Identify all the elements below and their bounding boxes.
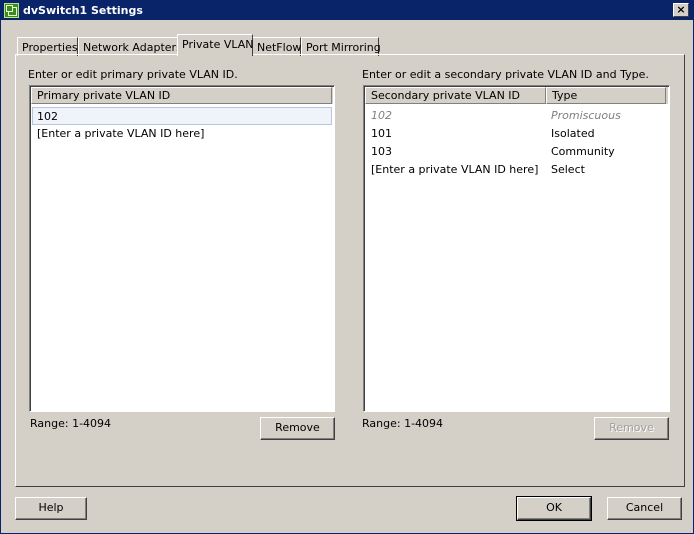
primary-list-header: Primary private VLAN ID (31, 87, 333, 104)
secondary-vlan-id-cell: 101 (371, 127, 392, 140)
primary-row-new[interactable]: [Enter a private VLAN ID here] (32, 125, 332, 143)
secondary-type-cell: Promiscuous (551, 109, 621, 122)
title-bar[interactable]: dvSwitch1 Settings × (1, 1, 693, 20)
primary-vlan-id-placeholder: [Enter a private VLAN ID here] (37, 127, 205, 140)
primary-instruction: Enter or edit primary private VLAN ID. (28, 68, 238, 81)
primary-remove-button[interactable]: Remove (260, 417, 335, 440)
secondary-remove-button[interactable]: Remove (594, 417, 669, 440)
column-primary-vlan-id[interactable]: Primary private VLAN ID (31, 87, 332, 104)
secondary-type-cell: Isolated (551, 127, 595, 140)
secondary-vlan-id-cell: 103 (371, 145, 392, 158)
secondary-row-102[interactable]: 102 Promiscuous (366, 107, 667, 125)
secondary-row-101[interactable]: 101 Isolated (366, 125, 667, 143)
secondary-row-new[interactable]: [Enter a private VLAN ID here] Select (366, 161, 667, 179)
help-button[interactable]: Help (15, 497, 87, 520)
column-secondary-vlan-id[interactable]: Secondary private VLAN ID (365, 87, 546, 104)
primary-range-label: Range: 1-4094 (30, 417, 112, 430)
secondary-vlan-list[interactable]: Secondary private VLAN ID Type 102 Promi… (363, 85, 670, 412)
primary-vlan-id-cell: 102 (37, 110, 58, 123)
ok-button[interactable]: OK (516, 496, 592, 521)
settings-dialog: dvSwitch1 Settings × Properties Network … (0, 0, 694, 534)
primary-vlan-list[interactable]: Primary private VLAN ID 102 [Enter a pri… (29, 85, 335, 412)
secondary-vlan-id-placeholder: [Enter a private VLAN ID here] (371, 163, 539, 176)
secondary-range-label: Range: 1-4094 (362, 417, 444, 430)
secondary-vlan-id-cell: 102 (371, 109, 392, 122)
vsphere-app-icon (4, 3, 19, 18)
column-type[interactable]: Type (546, 87, 666, 104)
close-button[interactable]: × (673, 3, 689, 17)
primary-row-102[interactable]: 102 (32, 107, 332, 125)
secondary-row-103[interactable]: 103 Community (366, 143, 667, 161)
secondary-list-header: Secondary private VLAN ID Type (365, 87, 668, 104)
cancel-button[interactable]: Cancel (607, 497, 682, 520)
secondary-type-cell: Community (551, 145, 615, 158)
window-title: dvSwitch1 Settings (23, 4, 143, 17)
secondary-instruction: Enter or edit a secondary private VLAN I… (362, 68, 649, 81)
private-vlan-panel: Enter or edit primary private VLAN ID. P… (15, 54, 685, 487)
secondary-type-select[interactable]: Select (551, 163, 585, 176)
tab-private-vlan[interactable]: Private VLAN (177, 34, 254, 56)
